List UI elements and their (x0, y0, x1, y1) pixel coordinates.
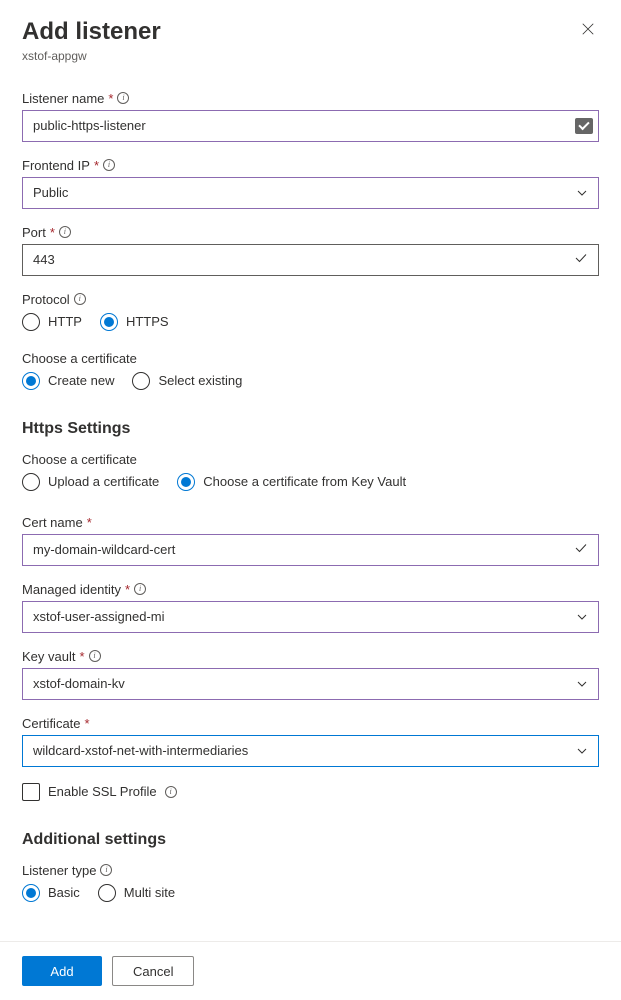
listener-type-multi-label: Multi site (124, 885, 175, 900)
cert-keyvault-label: Choose a certificate from Key Vault (203, 474, 406, 489)
radio-icon (98, 884, 116, 902)
radio-icon (132, 372, 150, 390)
info-icon[interactable]: i (74, 293, 86, 305)
radio-icon (22, 884, 40, 902)
info-icon[interactable]: i (134, 583, 146, 595)
enable-ssl-label: Enable SSL Profile (48, 784, 157, 799)
https-settings-heading: Https Settings (22, 420, 599, 438)
certificate-label: Certificate (22, 716, 81, 731)
managed-identity-value: xstof-user-assigned-mi (33, 609, 165, 624)
listener-type-basic-radio[interactable]: Basic (22, 884, 80, 902)
radio-icon (22, 372, 40, 390)
required-asterisk: * (87, 515, 92, 530)
key-vault-label: Key vault (22, 649, 75, 664)
additional-settings-heading: Additional settings (22, 831, 599, 849)
required-asterisk: * (108, 91, 113, 106)
cert-name-value: my-domain-wildcard-cert (33, 542, 175, 557)
choose-cert-label-2: Choose a certificate (22, 452, 599, 467)
info-icon[interactable]: i (103, 159, 115, 171)
cert-keyvault-radio[interactable]: Choose a certificate from Key Vault (177, 473, 406, 491)
info-icon[interactable]: i (100, 864, 112, 876)
protocol-http-label: HTTP (48, 314, 82, 329)
required-asterisk: * (94, 158, 99, 173)
listener-type-label: Listener type (22, 863, 96, 878)
key-vault-value: xstof-domain-kv (33, 676, 125, 691)
protocol-https-radio[interactable]: HTTPS (100, 313, 169, 331)
add-button[interactable]: Add (22, 956, 102, 986)
listener-name-input[interactable] (22, 110, 599, 142)
chevron-down-icon (576, 745, 588, 757)
frontend-ip-label: Frontend IP (22, 158, 90, 173)
port-value: 443 (33, 252, 55, 267)
info-icon[interactable]: i (59, 226, 71, 238)
info-icon[interactable]: i (89, 650, 101, 662)
cert-create-new-label: Create new (48, 373, 114, 388)
cert-create-new-radio[interactable]: Create new (22, 372, 114, 390)
protocol-https-label: HTTPS (126, 314, 169, 329)
listener-type-basic-label: Basic (48, 885, 80, 900)
check-icon (574, 541, 588, 558)
certificate-dropdown[interactable]: wildcard-xstof-net-with-intermediaries (22, 735, 599, 767)
radio-icon (22, 473, 40, 491)
chevron-down-icon (576, 678, 588, 690)
cert-select-existing-label: Select existing (158, 373, 242, 388)
close-icon (581, 23, 595, 40)
info-icon[interactable]: i (117, 92, 129, 104)
frontend-ip-value: Public (33, 185, 68, 200)
cert-upload-label: Upload a certificate (48, 474, 159, 489)
cert-select-existing-radio[interactable]: Select existing (132, 372, 242, 390)
chevron-down-icon (576, 187, 588, 199)
required-asterisk: * (79, 649, 84, 664)
close-button[interactable] (577, 18, 599, 45)
cert-upload-radio[interactable]: Upload a certificate (22, 473, 159, 491)
listener-name-label: Listener name (22, 91, 104, 106)
port-dropdown[interactable]: 443 (22, 244, 599, 276)
enable-ssl-checkbox[interactable] (22, 783, 40, 801)
required-asterisk: * (50, 225, 55, 240)
certificate-value: wildcard-xstof-net-with-intermediaries (33, 743, 248, 758)
cert-mode-radio-group: Create new Select existing (22, 372, 599, 390)
required-asterisk: * (85, 716, 90, 731)
protocol-radio-group: HTTP HTTPS (22, 313, 599, 331)
managed-identity-label: Managed identity (22, 582, 121, 597)
chevron-down-icon (576, 611, 588, 623)
radio-icon (22, 313, 40, 331)
required-asterisk: * (125, 582, 130, 597)
radio-icon (100, 313, 118, 331)
port-label: Port (22, 225, 46, 240)
protocol-label: Protocol (22, 292, 70, 307)
radio-icon (177, 473, 195, 491)
cert-name-label: Cert name (22, 515, 83, 530)
validation-icon (575, 118, 593, 134)
panel-subtitle: xstof-appgw (22, 49, 161, 63)
choose-cert-label: Choose a certificate (22, 351, 599, 366)
cert-name-dropdown[interactable]: my-domain-wildcard-cert (22, 534, 599, 566)
protocol-http-radio[interactable]: HTTP (22, 313, 82, 331)
panel-footer: Add Cancel (0, 941, 621, 1000)
key-vault-dropdown[interactable]: xstof-domain-kv (22, 668, 599, 700)
cancel-button[interactable]: Cancel (112, 956, 194, 986)
panel-title: Add listener (22, 18, 161, 47)
listener-type-radio-group: Basic Multi site (22, 884, 599, 902)
panel-header: Add listener xstof-appgw (22, 18, 599, 63)
managed-identity-dropdown[interactable]: xstof-user-assigned-mi (22, 601, 599, 633)
cert-source-radio-group: Upload a certificate Choose a certificat… (22, 473, 599, 491)
frontend-ip-dropdown[interactable]: Public (22, 177, 599, 209)
check-icon (574, 251, 588, 268)
info-icon[interactable]: i (165, 786, 177, 798)
listener-type-multi-radio[interactable]: Multi site (98, 884, 175, 902)
